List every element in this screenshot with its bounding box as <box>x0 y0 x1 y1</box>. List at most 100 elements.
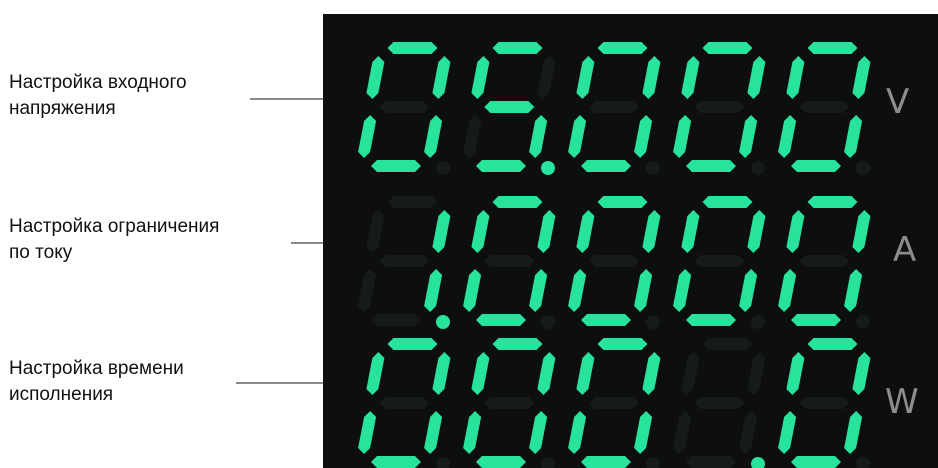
callout-input-voltage: Настройка входного напряжения <box>9 70 187 122</box>
seven-segment-digit <box>673 196 766 326</box>
segment-d <box>791 160 841 172</box>
segment-c <box>424 411 443 454</box>
decimal-point <box>541 457 555 468</box>
segment-g <box>484 397 535 409</box>
callout-current-limit: Настройка ограничения по току <box>9 214 219 266</box>
segment-b <box>537 210 556 253</box>
segment-a <box>702 338 753 350</box>
segment-d <box>791 314 841 326</box>
callout-line: напряжения <box>9 98 116 119</box>
segment-f <box>576 352 595 395</box>
decimal-point <box>751 161 765 175</box>
unit-label-volts: V <box>886 82 910 122</box>
segment-c <box>844 269 863 312</box>
segment-f <box>786 210 805 253</box>
decimal-point <box>541 315 555 329</box>
decimal-point <box>436 315 450 329</box>
segment-f <box>366 352 385 395</box>
segment-a <box>387 338 438 350</box>
segment-b <box>537 56 556 99</box>
seven-segment-digit <box>463 196 556 326</box>
segment-a <box>492 196 543 208</box>
segment-b <box>642 56 661 99</box>
segment-c <box>844 115 863 158</box>
segment-b <box>747 352 766 395</box>
segment-d <box>476 314 526 326</box>
segment-a <box>492 42 543 54</box>
segment-f <box>366 210 385 253</box>
segment-e <box>778 269 797 312</box>
segment-g <box>484 255 535 267</box>
display-row <box>358 196 871 329</box>
segment-a <box>807 338 858 350</box>
segment-c <box>634 411 653 454</box>
segment-e <box>568 115 587 158</box>
segment-g <box>379 397 430 409</box>
segment-c <box>424 115 443 158</box>
seven-segment-digit <box>463 42 556 172</box>
segment-d <box>476 456 526 468</box>
seven-segment-digit <box>568 42 661 172</box>
segment-e <box>358 115 377 158</box>
segment-f <box>471 210 490 253</box>
segment-g <box>589 101 640 113</box>
segment-d <box>686 456 736 468</box>
segment-d <box>581 314 631 326</box>
segment-f <box>681 210 700 253</box>
segment-c <box>529 411 548 454</box>
segment-b <box>747 56 766 99</box>
segment-e <box>673 115 692 158</box>
segment-e <box>463 269 482 312</box>
display-row <box>358 338 871 468</box>
display-row <box>358 42 871 175</box>
callout-execution-time: Настройка времени исполнения <box>9 356 184 408</box>
seven-segment-digit <box>358 196 451 326</box>
decimal-point <box>646 315 660 329</box>
segment-e <box>778 115 797 158</box>
segment-c <box>739 411 758 454</box>
segment-a <box>807 196 858 208</box>
segment-f <box>471 56 490 99</box>
segment-a <box>387 42 438 54</box>
decimal-point <box>856 457 870 468</box>
segment-c <box>634 269 653 312</box>
segment-a <box>492 338 543 350</box>
segment-b <box>852 56 871 99</box>
segment-g <box>694 397 745 409</box>
segment-e <box>568 269 587 312</box>
seven-segment-digit <box>358 42 451 172</box>
segment-e <box>568 411 587 454</box>
segment-d <box>371 456 421 468</box>
segment-g <box>799 397 850 409</box>
segment-c <box>634 115 653 158</box>
segment-e <box>463 411 482 454</box>
segment-f <box>576 210 595 253</box>
segment-a <box>702 42 753 54</box>
decimal-point <box>856 161 870 175</box>
segment-g <box>799 101 850 113</box>
segment-d <box>581 160 631 172</box>
segment-e <box>673 411 692 454</box>
segment-g <box>379 101 430 113</box>
decimal-point <box>646 161 660 175</box>
segment-c <box>424 269 443 312</box>
unit-label-watts: W <box>885 382 919 422</box>
segment-g <box>589 255 640 267</box>
segment-e <box>358 411 377 454</box>
seven-segment-digit <box>568 338 661 468</box>
callout-line: по току <box>9 242 73 263</box>
segment-a <box>597 42 648 54</box>
segment-e <box>673 269 692 312</box>
seven-segment-digit <box>463 338 556 468</box>
segment-d <box>686 160 736 172</box>
seven-segment-digit <box>778 42 871 172</box>
segment-e <box>463 115 482 158</box>
unit-label-amps: A <box>893 230 917 270</box>
segment-f <box>366 56 385 99</box>
segment-d <box>371 314 421 326</box>
decimal-point <box>751 457 765 468</box>
decimal-point <box>751 315 765 329</box>
segment-g <box>484 101 535 113</box>
segment-c <box>844 411 863 454</box>
segment-g <box>589 397 640 409</box>
